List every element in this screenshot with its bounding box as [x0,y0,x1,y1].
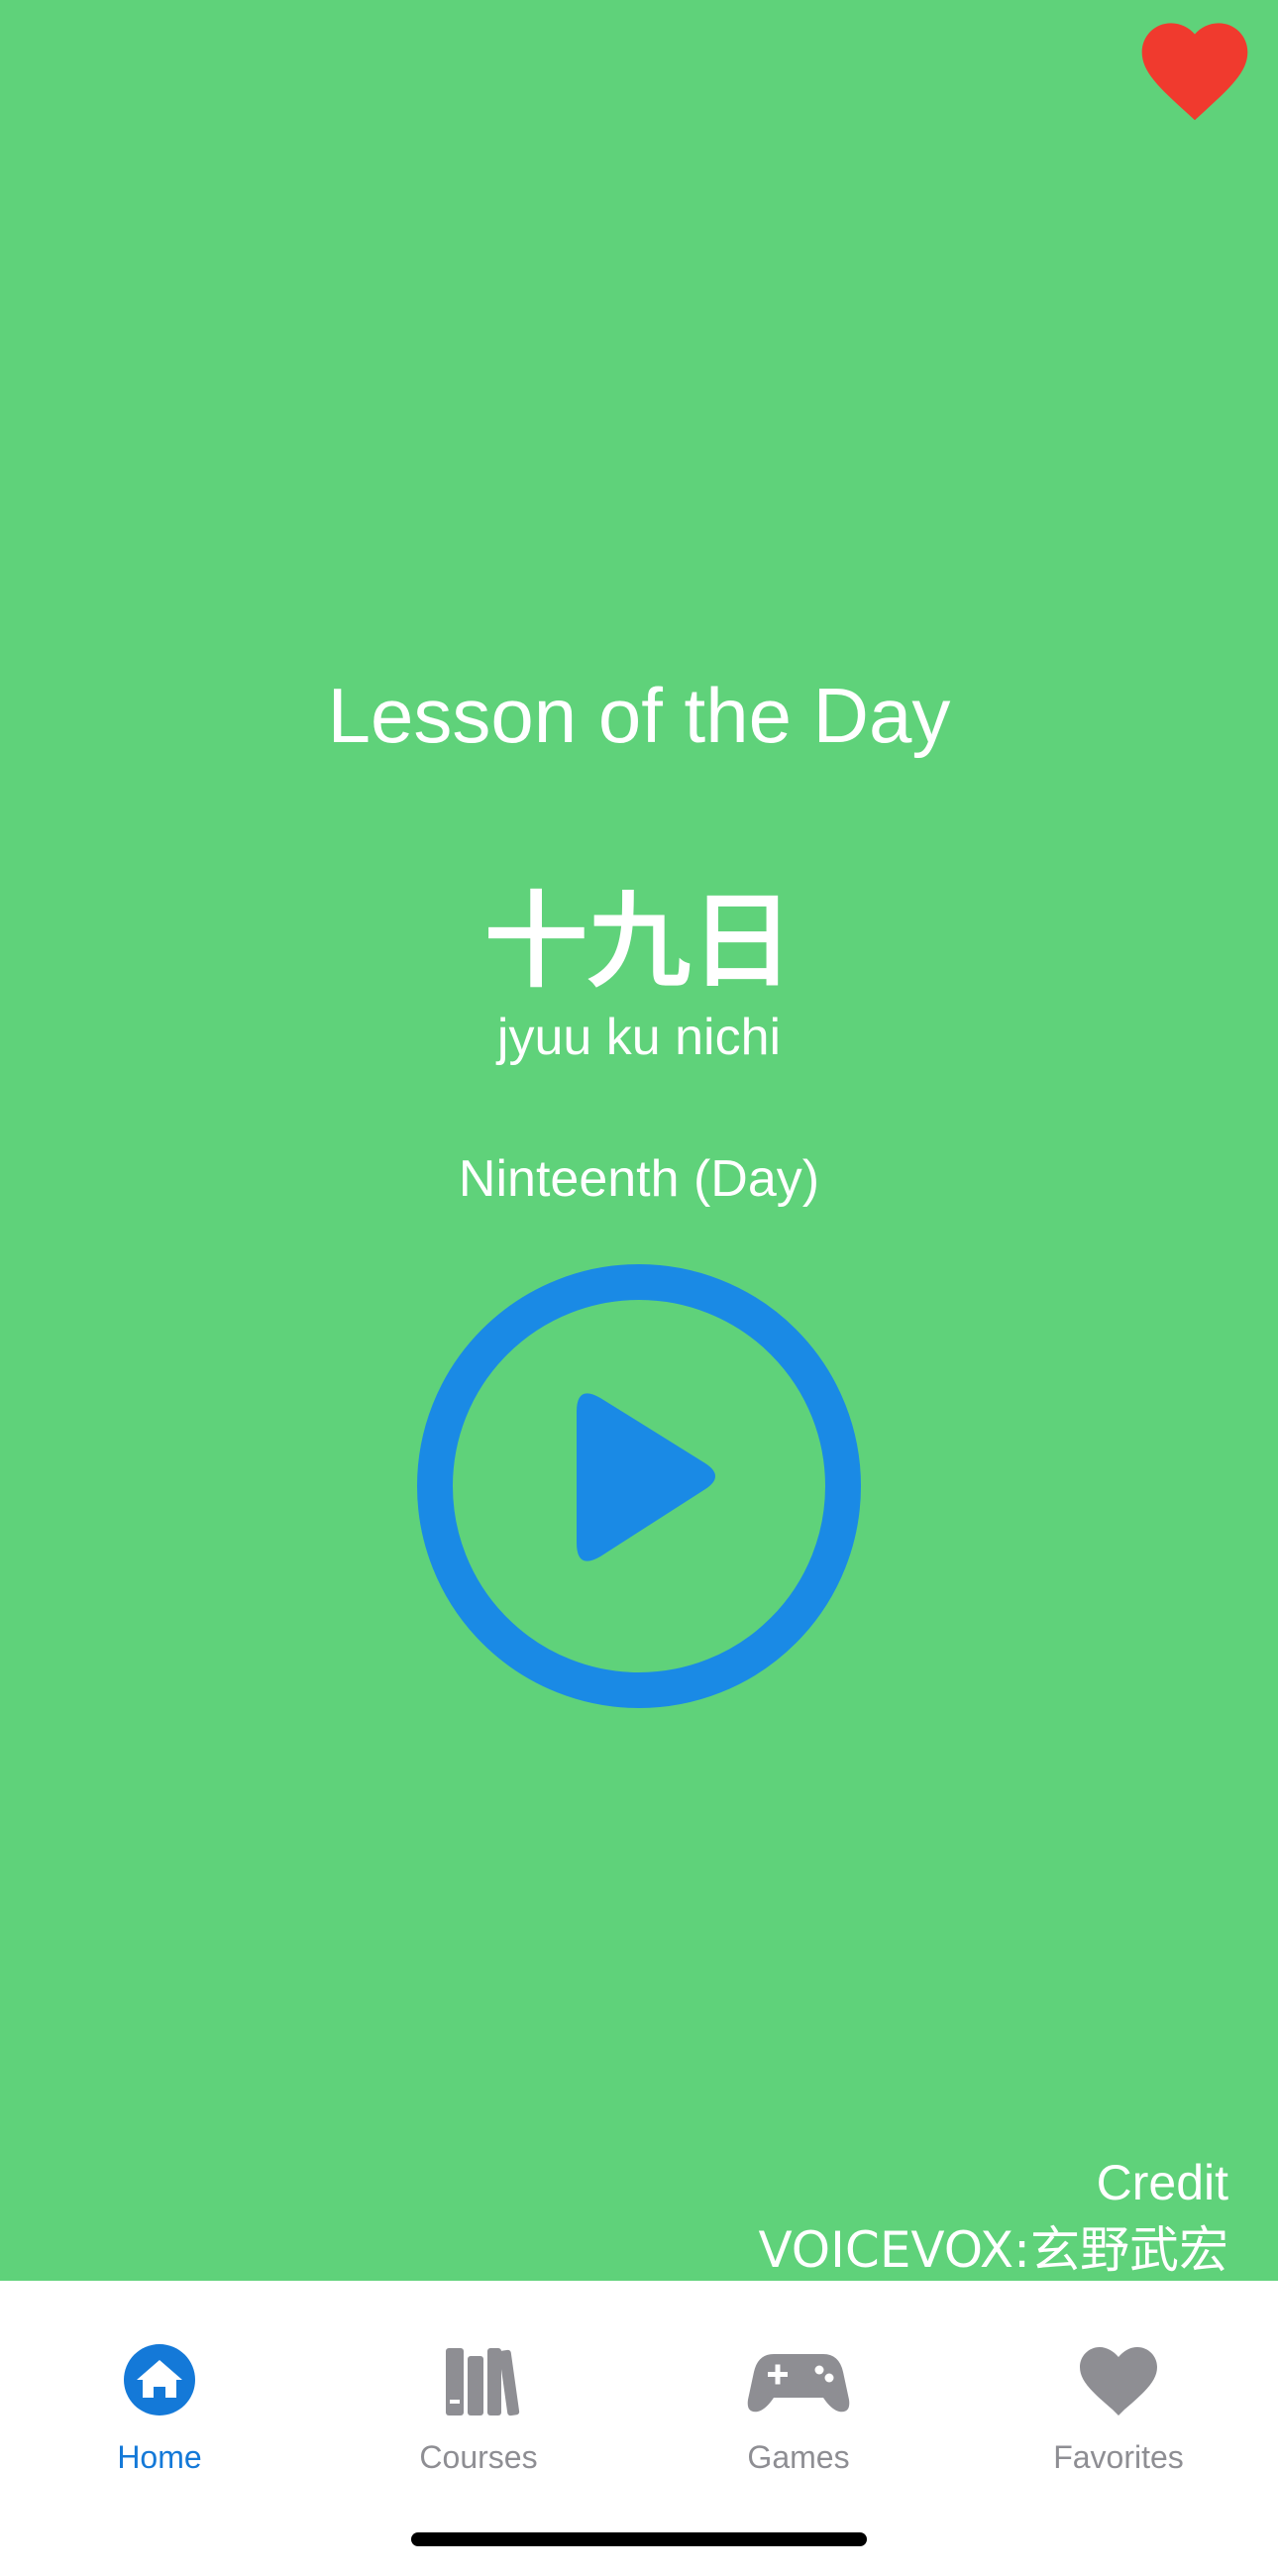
lesson-title: Lesson of the Day [327,672,951,759]
play-circle-icon [417,1264,861,1708]
play-audio-button[interactable] [416,1263,862,1709]
tab-favorites[interactable]: Favorites [959,2340,1278,2489]
japanese-word: 十九日 [483,881,794,1002]
tab-home-label: Home [117,2439,202,2475]
tab-courses-label: Courses [419,2439,538,2475]
credit-text: VOICEVOX:玄野武宏 [758,2221,1228,2279]
tab-home[interactable]: Home [0,2340,319,2489]
home-icon [124,2344,195,2415]
favorite-toggle-button[interactable] [1131,6,1258,133]
gamepad-icon [747,2354,850,2413]
books-icon [446,2348,520,2416]
tab-games-label: Games [747,2439,850,2475]
tab-games[interactable]: Games [639,2340,958,2489]
credit-label: Credit [1096,2155,1228,2210]
romaji-reading: jyuu ku nichi [496,1009,782,1066]
heart-icon [1080,2347,1157,2415]
home-indicator [411,2532,867,2546]
heart-icon [1141,23,1248,121]
tab-courses[interactable]: Courses [319,2340,638,2489]
tab-favorites-label: Favorites [1053,2439,1184,2475]
lesson-screen: Lesson of the Day 十九日 jyuu ku nichi Nint… [0,0,1278,2281]
english-meaning: Ninteenth (Day) [458,1150,820,1208]
